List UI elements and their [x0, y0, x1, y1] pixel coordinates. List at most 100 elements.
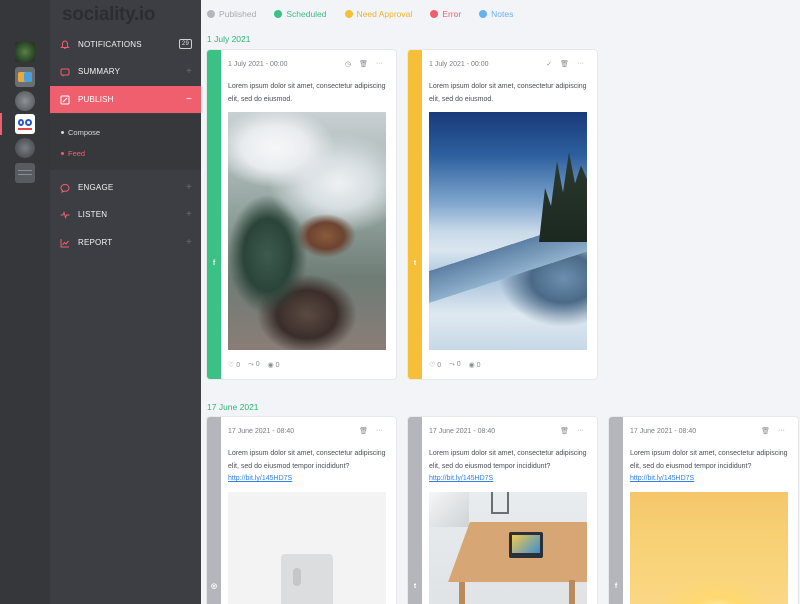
subnav-feed[interactable]: Feed: [61, 149, 85, 158]
chart-icon: [60, 238, 70, 248]
legend-published[interactable]: Published: [207, 9, 256, 19]
twitter-icon: t: [413, 583, 417, 590]
nav-engage[interactable]: ENGAGE +: [50, 174, 201, 201]
view-count: 0: [275, 362, 280, 369]
expand-icon[interactable]: +: [186, 66, 192, 77]
legend-label: Error: [442, 9, 462, 19]
post-card[interactable]: ◎ 17 June 2021 - 08:40 🗑 ··· Lorem ipsum…: [207, 417, 396, 604]
legend-label: Need Approval: [356, 9, 413, 19]
legend-label: Scheduled: [286, 9, 327, 19]
status-legend: Published Scheduled Need Approval Error …: [207, 9, 513, 19]
clock-icon[interactable]: ◷: [345, 60, 351, 68]
more-icon[interactable]: ···: [376, 427, 383, 435]
post-card[interactable]: t 17 June 2021 - 08:40 🗑 ··· Lorem ipsum…: [408, 417, 597, 604]
view-count: 0: [476, 362, 481, 369]
post-actions: 🗑 ···: [761, 427, 785, 435]
account-rail: [0, 0, 50, 604]
subnav-compose[interactable]: Compose: [61, 128, 100, 137]
bell-icon: [60, 39, 70, 50]
account-avatar[interactable]: [15, 138, 35, 158]
trash-icon[interactable]: 🗑: [560, 60, 569, 68]
post-actions: 🗑 ···: [560, 427, 584, 435]
trash-icon[interactable]: 🗑: [761, 427, 770, 435]
trash-icon[interactable]: 🗑: [359, 60, 368, 68]
post-text: Lorem ipsum dolor sit amet, consectetur …: [630, 448, 790, 486]
post-stats: ♡ 0 ⤳ 0 ◉ 0: [228, 361, 280, 369]
expand-icon[interactable]: +: [186, 182, 192, 193]
sidebar: sociality.io NOTIFICATIONS 29 SUMMARY + …: [50, 0, 201, 604]
instagram-icon: ◎: [210, 583, 218, 590]
more-icon[interactable]: ···: [376, 60, 383, 68]
nav-publish[interactable]: PUBLISH −: [50, 86, 201, 113]
status-stripe: [207, 50, 221, 379]
post-actions: ✓ 🗑 ···: [546, 60, 584, 68]
post-link[interactable]: http://bit.ly/145HD7S: [228, 475, 292, 482]
subnav-label: Feed: [68, 149, 86, 158]
status-stripe: [609, 417, 623, 604]
view-stat: ◉ 0: [267, 362, 280, 369]
expand-icon[interactable]: +: [186, 209, 192, 220]
post-image[interactable]: [429, 492, 587, 604]
approve-check-icon[interactable]: ✓: [546, 60, 552, 68]
facebook-icon: f: [212, 260, 216, 267]
post-actions: 🗑 ···: [359, 427, 383, 435]
legend-notes[interactable]: Notes: [479, 9, 513, 19]
account-avatar[interactable]: [15, 163, 35, 183]
nav-label: LISTEN: [78, 210, 108, 219]
nav-summary[interactable]: SUMMARY +: [50, 58, 201, 85]
post-card[interactable]: f 17 June 2021 - 08:40 🗑 ··· Lorem ipsum…: [609, 417, 798, 604]
account-avatar[interactable]: [15, 67, 35, 87]
post-image[interactable]: [429, 112, 587, 350]
nav-label: SUMMARY: [78, 67, 121, 76]
post-stats: ♡ 0 ⤳ 0 ◉ 0: [429, 361, 481, 369]
notification-count-badge: 29: [178, 39, 192, 49]
logo-area: sociality.io: [50, 0, 200, 30]
post-timestamp: 1 July 2021 - 00:00: [429, 61, 489, 68]
post-text: Lorem ipsum dolor sit amet, consectetur …: [228, 83, 386, 103]
status-stripe: [207, 417, 221, 604]
trash-icon[interactable]: 🗑: [560, 427, 569, 435]
like-count: 0: [236, 362, 241, 369]
logo-suffix: .io: [133, 4, 156, 25]
legend-scheduled[interactable]: Scheduled: [274, 9, 327, 19]
post-timestamp: 17 June 2021 - 08:40: [228, 428, 295, 435]
post-link[interactable]: http://bit.ly/145HD7S: [429, 475, 493, 482]
legend-error[interactable]: Error: [430, 9, 461, 19]
post-timestamp: 17 June 2021 - 08:40: [630, 428, 697, 435]
expand-icon[interactable]: +: [186, 237, 192, 248]
post-text-body: Lorem ipsum dolor sit amet, consectetur …: [429, 450, 587, 470]
status-stripe: [408, 417, 422, 604]
nav-report[interactable]: REPORT +: [50, 229, 201, 256]
more-icon[interactable]: ···: [778, 427, 785, 435]
legend-label: Published: [219, 9, 257, 19]
post-card[interactable]: f 1 July 2021 - 00:00 ◷ 🗑 ··· Lorem ipsu…: [207, 50, 396, 379]
post-image[interactable]: [228, 112, 386, 350]
post-image[interactable]: [630, 492, 788, 604]
post-link[interactable]: http://bit.ly/145HD7S: [630, 475, 694, 482]
view-stat: ◉ 0: [468, 362, 481, 369]
post-actions: ◷ 🗑 ···: [345, 60, 383, 68]
nav-label: REPORT: [78, 238, 113, 247]
publish-icon: [60, 95, 70, 105]
post-card[interactable]: t 1 July 2021 - 00:00 ✓ 🗑 ··· Lorem ipsu…: [408, 50, 597, 379]
publish-subnav: Compose Feed: [50, 114, 201, 170]
more-icon[interactable]: ···: [577, 60, 584, 68]
trash-icon[interactable]: 🗑: [359, 427, 368, 435]
account-avatar[interactable]: [15, 91, 35, 111]
bullet-icon: [61, 152, 64, 155]
brand-logo[interactable]: sociality.io: [62, 4, 156, 26]
legend-swatch: [207, 10, 215, 18]
facebook-icon: f: [614, 583, 618, 590]
more-icon[interactable]: ···: [577, 427, 584, 435]
collapse-icon[interactable]: −: [186, 94, 192, 105]
legend-swatch: [479, 10, 488, 18]
image-placeholder[interactable]: [228, 492, 386, 604]
legend-need-approval[interactable]: Need Approval: [344, 9, 413, 19]
nav-notifications[interactable]: NOTIFICATIONS 29: [50, 31, 201, 58]
share-count: 0: [456, 361, 461, 368]
legend-swatch: [344, 10, 353, 18]
nav-listen[interactable]: LISTEN +: [50, 201, 201, 228]
legend-swatch: [274, 10, 283, 18]
account-avatar[interactable]: [15, 114, 35, 134]
account-avatar[interactable]: [15, 42, 35, 62]
